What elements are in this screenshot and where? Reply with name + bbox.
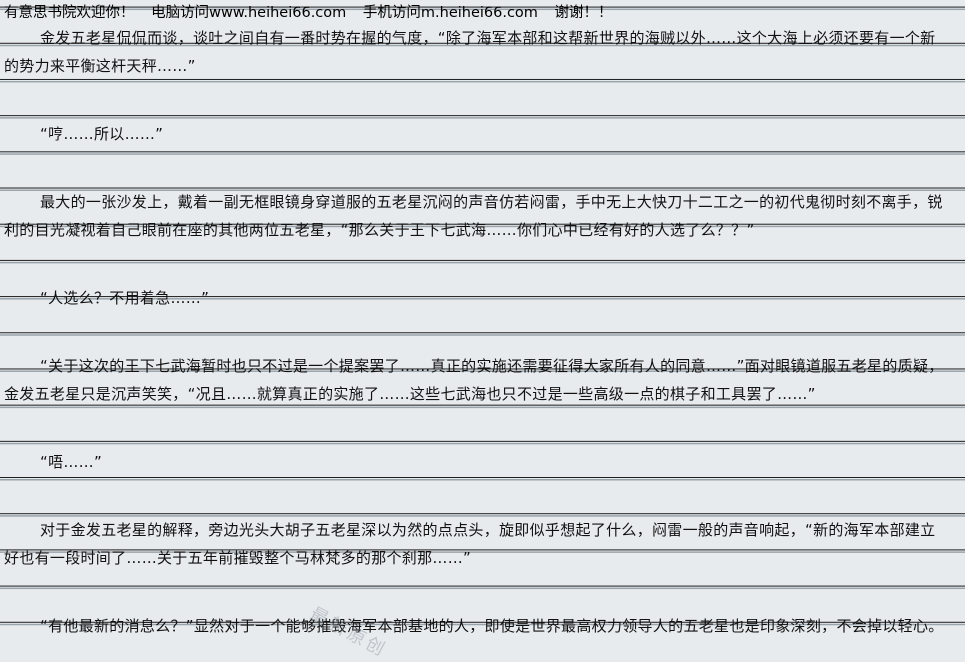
- paragraph: “人选么？不用着急……”: [40, 289, 210, 307]
- paragraph: 对于金发五老星的解释，旁边光头大胡子五老星深以为然的点点头，旋即似乎想起了什么，…: [4, 521, 936, 567]
- paragraph: “有他最新的消息么？”显然对于一个能够摧毁海军本部基地的人，即使是世界最高权力领…: [40, 617, 944, 635]
- chapter-content: 金发五老星侃侃而谈，谈吐之间自有一番时势在握的气度，“除了海军本部和这帮新世界的…: [4, 24, 948, 640]
- paragraph: “唔……”: [40, 453, 103, 471]
- paragraph: 最大的一张沙发上，戴着一副无框眼镜身穿道服的五老星沉闷的声音仿若闷雷，手中无上大…: [4, 193, 943, 239]
- thanks-text: 谢谢！！: [554, 5, 613, 21]
- paragraph: “关于这次的王下七武海暂时也只不过是一个提案罢了……真正的实施还需要征得大家所有…: [4, 357, 944, 403]
- paragraph: 金发五老星侃侃而谈，谈吐之间自有一番时势在握的气度，“除了海军本部和这帮新世界的…: [4, 29, 936, 75]
- mobile-visit-link[interactable]: 手机访问m.heihei66.com: [363, 5, 538, 21]
- site-header: 有意思书院欢迎你！ 电脑访问www.heihei66.com 手机访问m.hei…: [4, 3, 625, 23]
- welcome-text: 有意思书院欢迎你！: [4, 5, 135, 21]
- pc-visit-link[interactable]: 电脑访问www.heihei66.com: [151, 5, 346, 21]
- paragraph: “哼……所以……”: [40, 125, 164, 143]
